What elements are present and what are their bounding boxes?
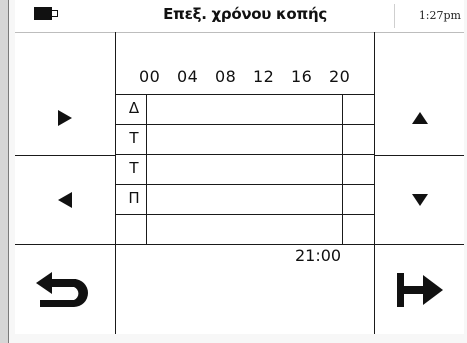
grid-line-5 bbox=[115, 244, 374, 245]
hour-label: 20 bbox=[329, 67, 351, 86]
grid-line-4 bbox=[115, 214, 374, 215]
hour-label: 08 bbox=[215, 67, 237, 86]
day-label: Δ bbox=[128, 99, 140, 117]
battery-status bbox=[15, 0, 107, 32]
header-bar: Επεξ. χρόνου κοπής 1:27pm bbox=[15, 0, 464, 33]
arrow-down-icon bbox=[411, 194, 428, 206]
grid-end-line bbox=[342, 95, 343, 244]
clock-box: 1:27pm bbox=[394, 4, 465, 28]
hour-label: 00 bbox=[139, 67, 161, 86]
grid-line-0 bbox=[115, 94, 374, 95]
clock-time: 1:27pm bbox=[418, 9, 461, 22]
grid-line-2 bbox=[115, 154, 374, 155]
scroll-down-button[interactable] bbox=[375, 156, 464, 244]
next-button[interactable] bbox=[375, 245, 464, 334]
day-label: Τ bbox=[129, 129, 139, 147]
left-column-divider bbox=[115, 32, 116, 334]
back-button[interactable] bbox=[15, 245, 115, 334]
forward-bar-arrow-icon bbox=[396, 272, 443, 307]
scroll-up-button[interactable] bbox=[375, 32, 464, 155]
hour-label: 12 bbox=[253, 67, 275, 86]
day-label: Π bbox=[128, 189, 140, 207]
page-title: Επεξ. χρόνου κοπής bbox=[163, 5, 327, 23]
grid-line-3 bbox=[115, 184, 374, 185]
selected-time-readout: 21:00 bbox=[295, 246, 342, 265]
arrow-up-icon bbox=[411, 111, 428, 124]
play-right-icon bbox=[58, 109, 72, 126]
battery-icon bbox=[34, 7, 52, 20]
battery-terminal bbox=[52, 10, 58, 17]
hour-label: 16 bbox=[291, 67, 313, 86]
play-left-icon bbox=[58, 192, 72, 208]
next-day-button[interactable] bbox=[15, 32, 115, 155]
day-label: Τ bbox=[129, 159, 139, 177]
previous-day-button[interactable] bbox=[15, 156, 115, 244]
grid-line-1 bbox=[115, 124, 374, 125]
device-screen: Επεξ. χρόνου κοπής 1:27pm 00 04 08 12 16… bbox=[8, 0, 467, 343]
back-arrow-icon bbox=[36, 271, 88, 307]
hour-label: 04 bbox=[177, 67, 199, 86]
